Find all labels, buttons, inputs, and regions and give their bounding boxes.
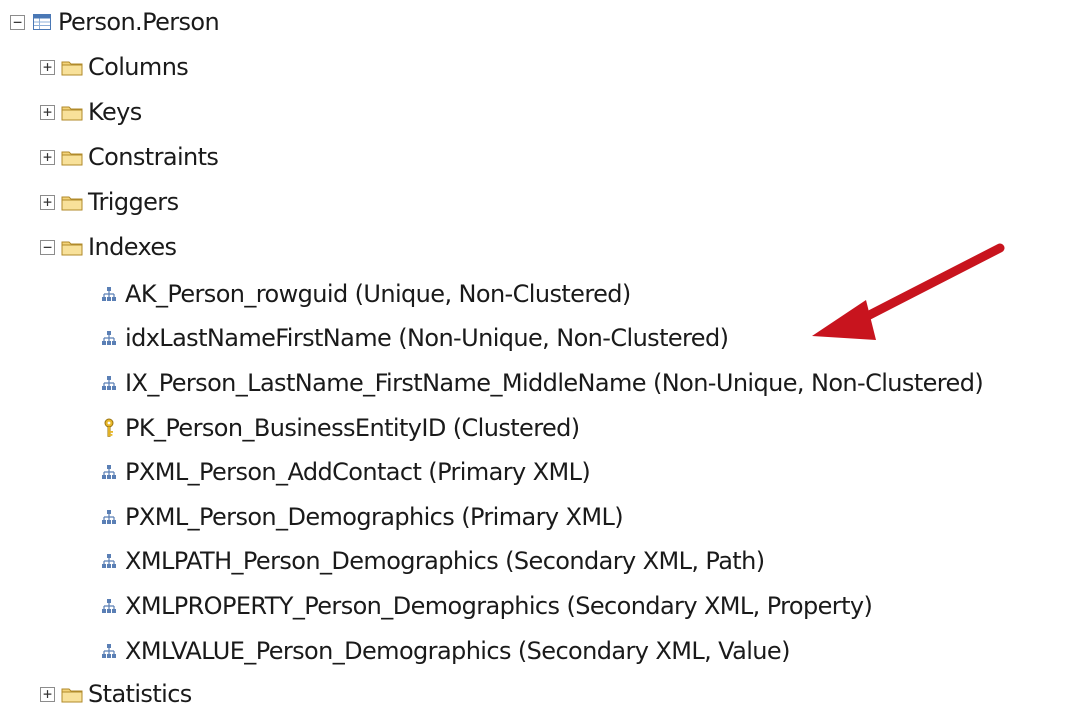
red-arrow-icon xyxy=(812,243,1005,340)
